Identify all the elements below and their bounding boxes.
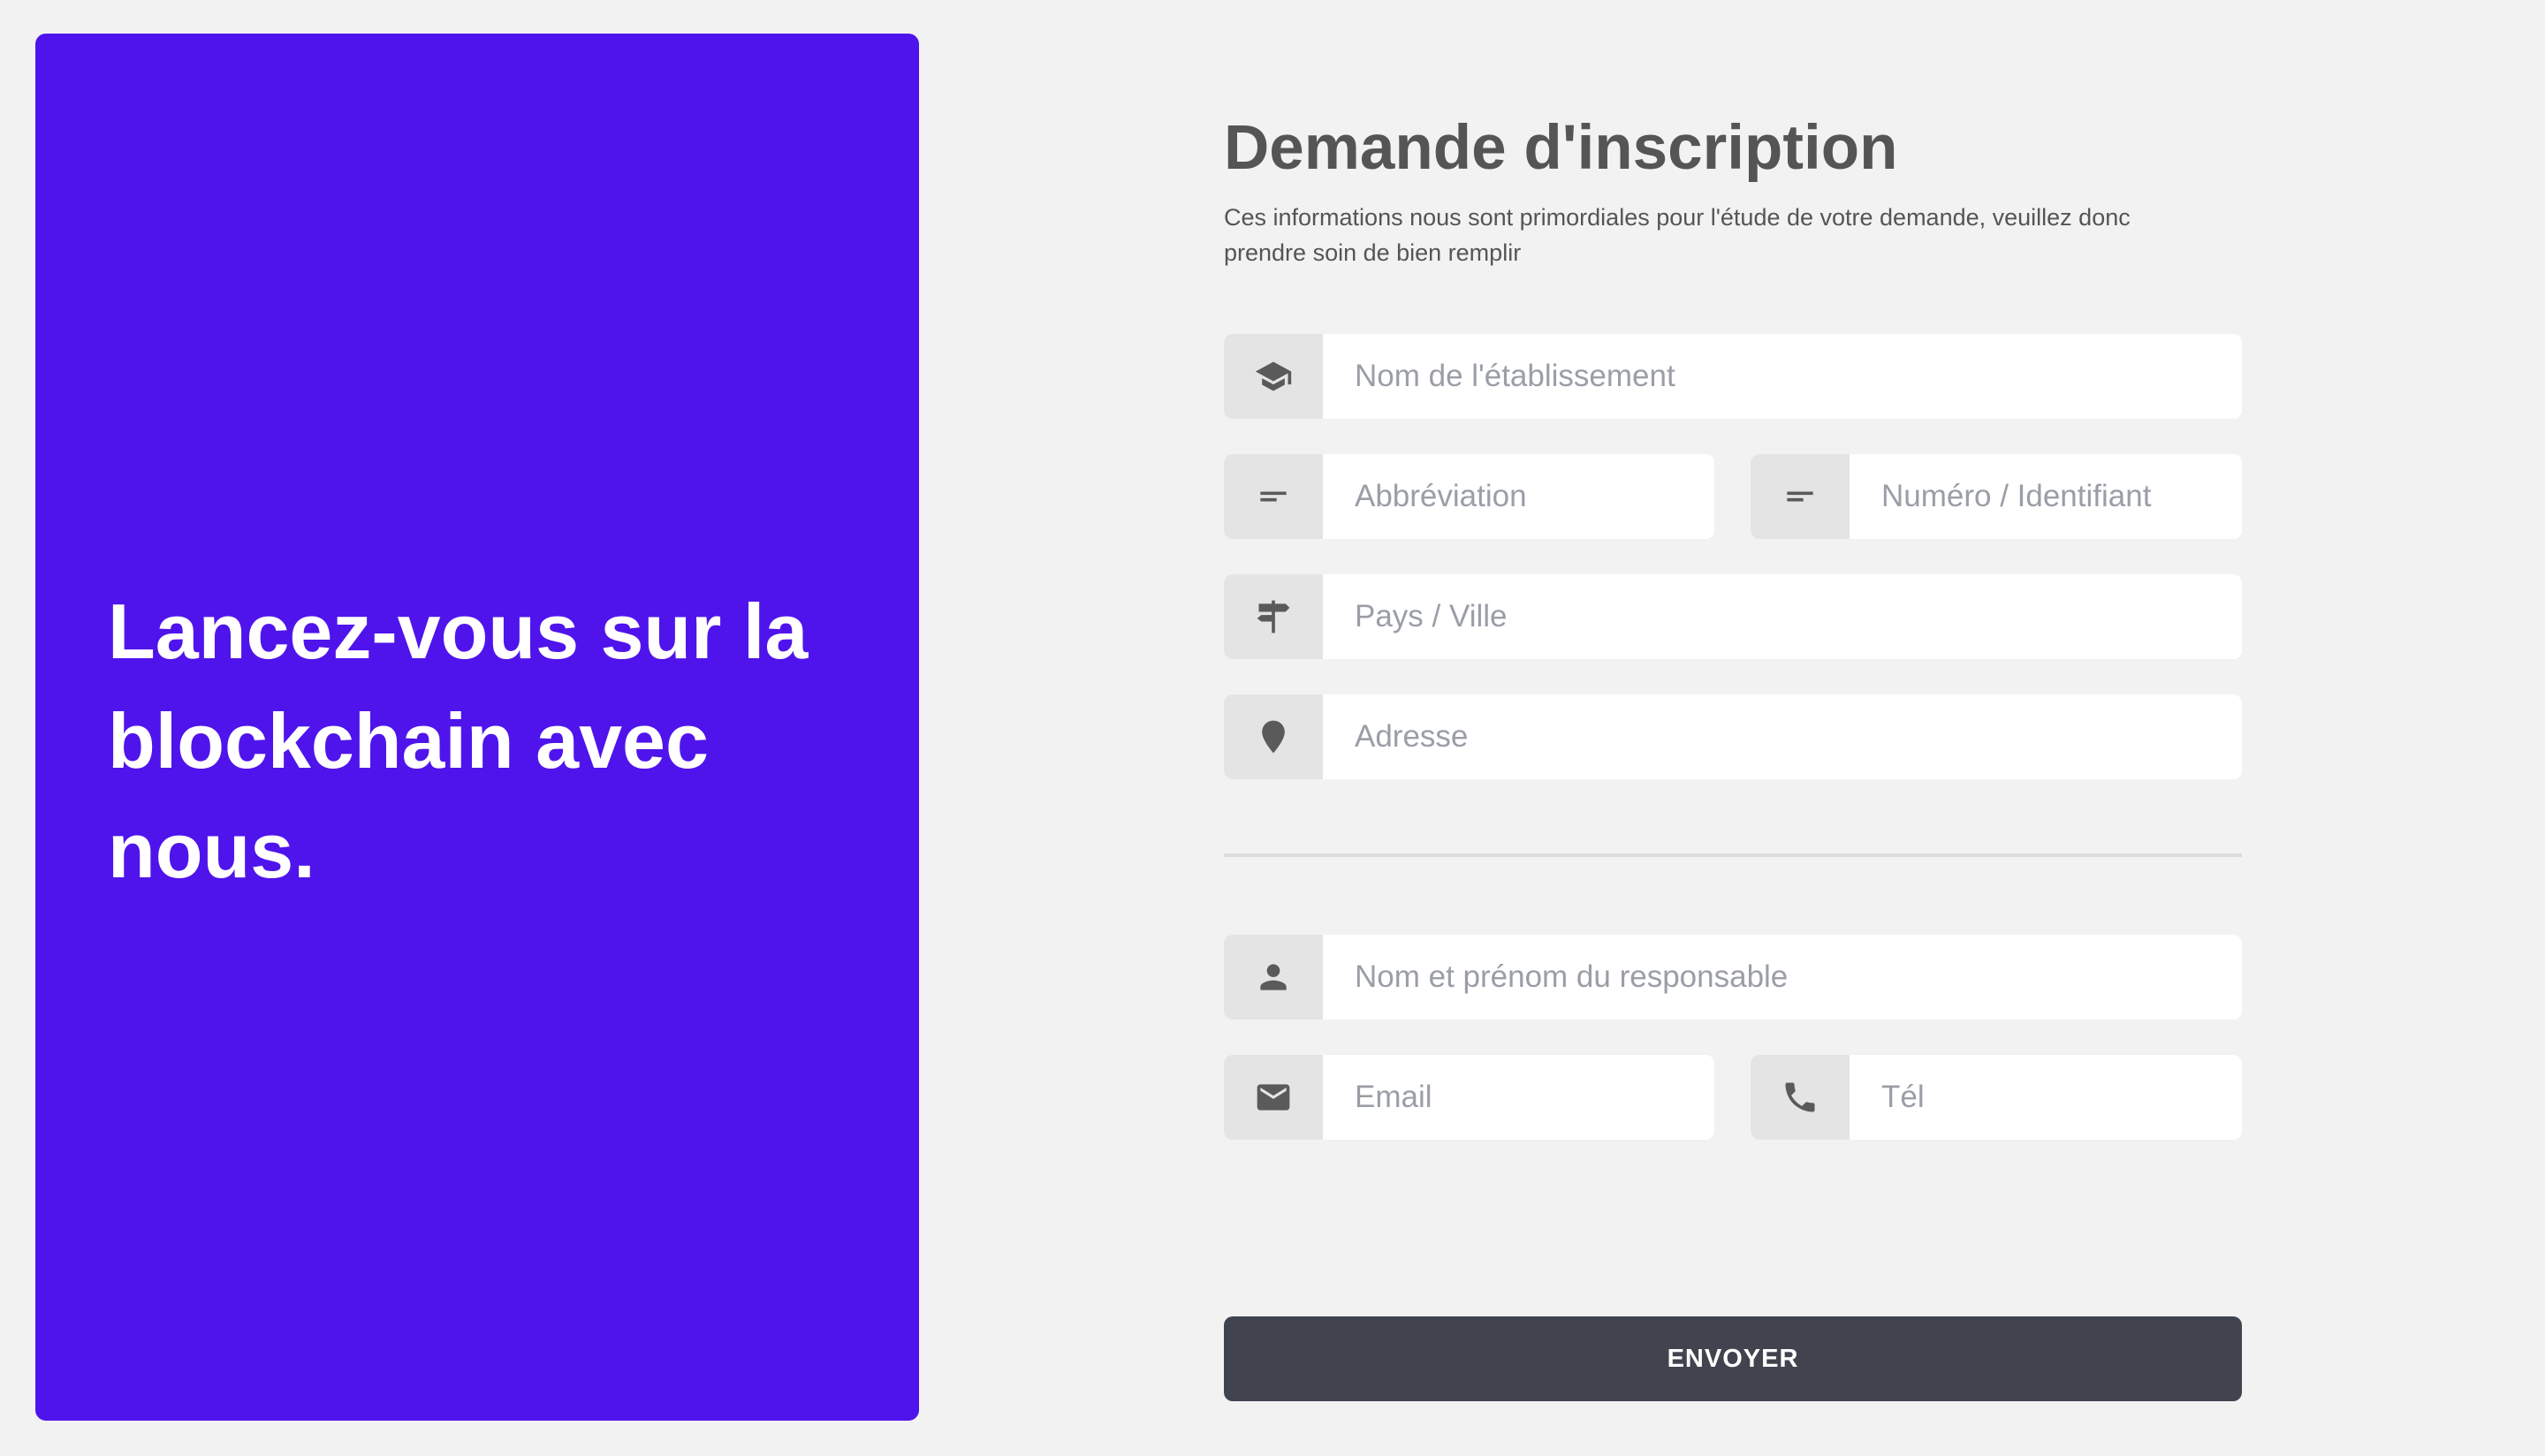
establishment-input[interactable]: [1323, 334, 2242, 419]
abbreviation-input[interactable]: [1323, 454, 1714, 539]
registration-form-header: Demande d'inscription Ces informations n…: [1224, 106, 2242, 270]
short-text-icon: [1224, 454, 1323, 539]
manager-name-input[interactable]: [1323, 935, 2242, 1020]
page-subtitle: Ces informations nous sont primordiales …: [1224, 204, 2131, 266]
signpost-icon: [1224, 574, 1323, 659]
hero-headline: Lancez-vous sur la blockchain avec nous.: [108, 588, 809, 894]
graduation-cap-icon: [1224, 334, 1323, 419]
map-pin-icon: [1224, 694, 1323, 779]
hero-panel: Lancez-vous sur la blockchain avec nous.: [35, 34, 919, 1421]
phone-input[interactable]: [1850, 1055, 2242, 1140]
identifier-field: [1751, 454, 2242, 539]
email-field: [1224, 1055, 1714, 1140]
address-input[interactable]: [1323, 694, 2242, 779]
page-title: Demande d'inscription: [1224, 113, 1898, 183]
abbreviation-field: [1224, 454, 1714, 539]
email-input[interactable]: [1323, 1055, 1714, 1140]
section-divider: [1224, 853, 2242, 857]
country-city-field: [1224, 574, 2242, 659]
envelope-icon: [1224, 1055, 1323, 1140]
short-text-icon: [1751, 454, 1850, 539]
country-city-input[interactable]: [1323, 574, 2242, 659]
phone-field: [1751, 1055, 2242, 1140]
manager-name-field: [1224, 935, 2242, 1020]
establishment-field: [1224, 334, 2242, 419]
submit-button[interactable]: ENVOYER: [1224, 1316, 2242, 1401]
user-icon: [1224, 935, 1323, 1020]
identifier-input[interactable]: [1850, 454, 2242, 539]
phone-icon: [1751, 1055, 1850, 1140]
address-field: [1224, 694, 2242, 779]
